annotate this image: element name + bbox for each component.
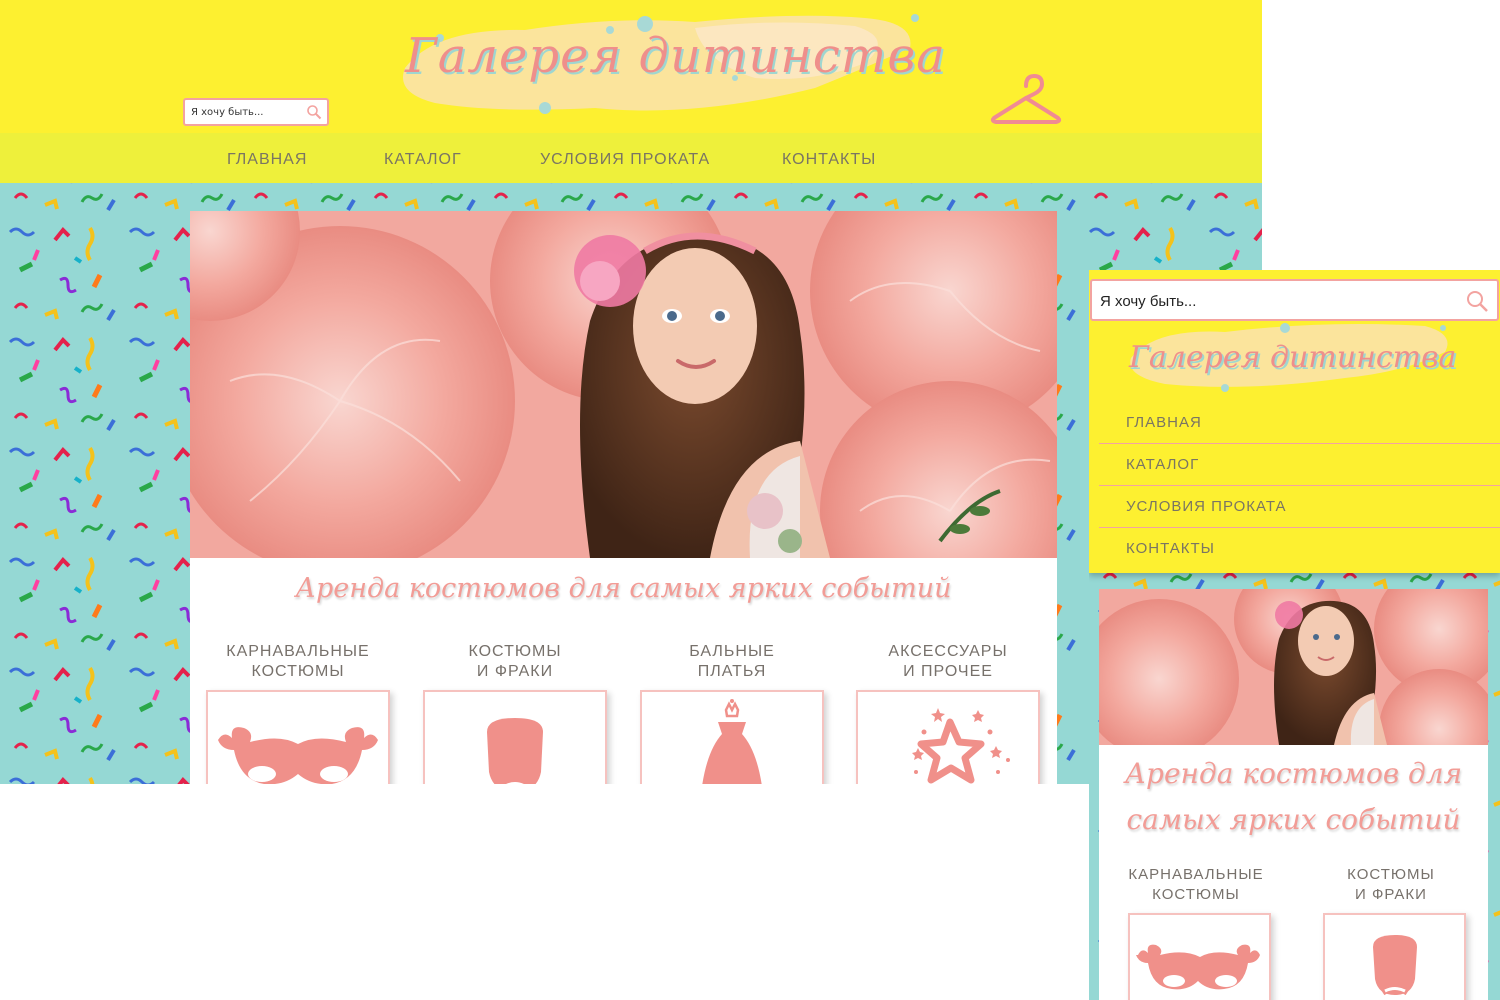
- hanger-icon: [990, 74, 1062, 124]
- content-panel: Аренда костюмов для самых ярких событий …: [190, 211, 1057, 784]
- category-card[interactable]: [206, 690, 390, 784]
- gentleman-silhouette-icon: [487, 718, 543, 784]
- nav-item-home[interactable]: ГЛАВНАЯ: [1099, 402, 1500, 444]
- carnival-mask-icon: [1136, 944, 1260, 990]
- category-label-line2: И ФРАКИ: [1355, 886, 1427, 903]
- mobile-content-panel: Аренда костюмов для самых ярких событий …: [1099, 589, 1488, 1000]
- category-label-line1: БАЛЬНЫЕ: [689, 643, 775, 660]
- nav-item-label: ГЛАВНАЯ: [1126, 414, 1202, 431]
- category-label-line2: ПЛАТЬЯ: [697, 663, 767, 680]
- category-card[interactable]: [1323, 913, 1466, 1000]
- stars-icon: [912, 708, 1010, 784]
- category-suits[interactable]: КОСТЮМЫ И ФРАКИ: [423, 642, 607, 784]
- carnival-mask-icon: [218, 727, 378, 784]
- category-ball-gowns[interactable]: БАЛЬНЫЕ ПЛАТЬЯ: [640, 642, 824, 784]
- category-label-line1: КАРНАВАЛЬНЫЕ: [1128, 866, 1264, 883]
- ball-gown-icon: [702, 699, 762, 784]
- category-accessories[interactable]: АКСЕССУАРЫ И ПРОЧЕЕ: [856, 642, 1040, 784]
- site-header: Галерея дитинства: [0, 0, 1262, 133]
- nav-item-label: КАТАЛОГ: [1126, 456, 1200, 473]
- category-label-line1: КОСТЮМЫ: [468, 643, 562, 660]
- category-label-line2: КОСТЮМЫ: [1152, 886, 1240, 903]
- site-logo[interactable]: Галерея дитинства: [405, 28, 945, 84]
- category-label-line1: АКСЕССУАРЫ: [888, 643, 1008, 660]
- category-card[interactable]: [640, 690, 824, 784]
- search-box[interactable]: [183, 98, 329, 126]
- nav-item-label: УСЛОВИЯ ПРОКАТА: [1126, 498, 1287, 515]
- category-card[interactable]: [856, 690, 1040, 784]
- category-label-line1: КОСТЮМЫ: [1347, 866, 1435, 883]
- category-label-line1: КАРНАВАЛЬНЫЕ: [226, 643, 370, 660]
- category-carnival[interactable]: КАРНАВАЛЬНЫЕ КОСТЮМЫ: [206, 642, 390, 784]
- category-card[interactable]: [423, 690, 607, 784]
- nav-item-contacts[interactable]: КОНТАКТЫ: [782, 151, 876, 169]
- search-icon[interactable]: [1465, 289, 1489, 313]
- mobile-site-logo[interactable]: Галерея дитинства: [1129, 340, 1459, 375]
- main-nav: ГЛАВНАЯ КАТАЛОГ УСЛОВИЯ ПРОКАТА КОНТАКТЫ: [0, 133, 1262, 183]
- nav-item-rental-terms[interactable]: УСЛОВИЯ ПРОКАТА: [1099, 486, 1500, 528]
- search-input[interactable]: [191, 104, 301, 120]
- hero-image: [1099, 589, 1488, 745]
- category-card[interactable]: [1128, 913, 1271, 1000]
- mobile-search-input[interactable]: [1100, 291, 1440, 311]
- nav-item-contacts[interactable]: КОНТАКТЫ: [1099, 528, 1500, 570]
- category-carnival[interactable]: КАРНАВАЛЬНЫЕ КОСТЮМЫ: [1121, 865, 1271, 1000]
- mobile-nav: ГЛАВНАЯ КАТАЛОГ УСЛОВИЯ ПРОКАТА КОНТАКТЫ: [1099, 402, 1500, 570]
- hero-tagline: Аренда костюмов для самых ярких событий: [1124, 757, 1463, 836]
- category-label-line2: И ПРОЧЕЕ: [903, 663, 993, 680]
- nav-item-catalog[interactable]: КАТАЛОГ: [384, 151, 462, 169]
- nav-item-label: КОНТАКТЫ: [1126, 540, 1215, 557]
- category-label-line2: КОСТЮМЫ: [251, 663, 345, 680]
- hero-image: [190, 211, 1057, 558]
- category-label-line2: И ФРАКИ: [476, 663, 554, 680]
- nav-item-home[interactable]: ГЛАВНАЯ: [227, 151, 307, 169]
- nav-item-rental-terms[interactable]: УСЛОВИЯ ПРОКАТА: [540, 151, 710, 169]
- mobile-search-box[interactable]: [1090, 279, 1499, 321]
- gentleman-silhouette-icon: [1373, 935, 1417, 996]
- mobile-mockup: Галерея дитинства ГЛАВНАЯ КАТАЛОГ УСЛОВИ…: [1089, 270, 1500, 1000]
- mobile-header: Галерея дитинства ГЛАВНАЯ КАТАЛОГ УСЛОВИ…: [1089, 270, 1500, 573]
- hero-tagline: Аренда костюмов для самых ярких событий: [295, 573, 952, 604]
- category-suits[interactable]: КОСТЮМЫ И ФРАКИ: [1316, 865, 1466, 1000]
- desktop-mockup: Галерея дитинства ГЛАВНАЯ КАТАЛОГ УСЛОВИ…: [0, 0, 1262, 784]
- nav-item-catalog[interactable]: КАТАЛОГ: [1099, 444, 1500, 486]
- search-icon[interactable]: [306, 104, 322, 120]
